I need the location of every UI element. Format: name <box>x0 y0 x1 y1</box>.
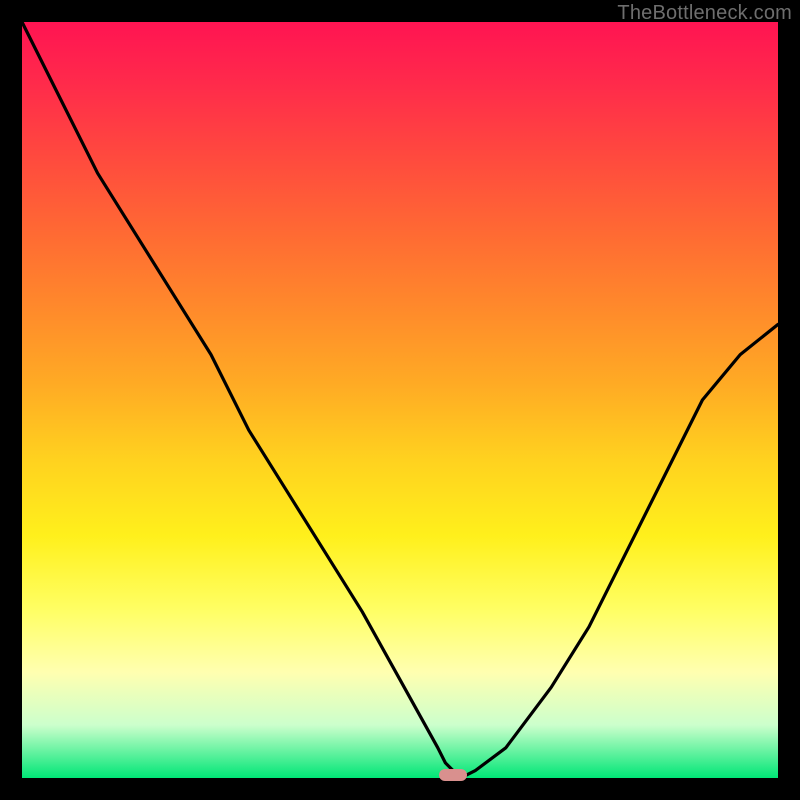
curve-svg <box>22 22 778 778</box>
minimum-marker <box>439 769 468 782</box>
bottleneck-curve <box>22 22 778 778</box>
plot-area <box>22 22 778 778</box>
watermark-text: TheBottleneck.com <box>617 2 792 25</box>
chart-frame: TheBottleneck.com <box>0 0 800 800</box>
